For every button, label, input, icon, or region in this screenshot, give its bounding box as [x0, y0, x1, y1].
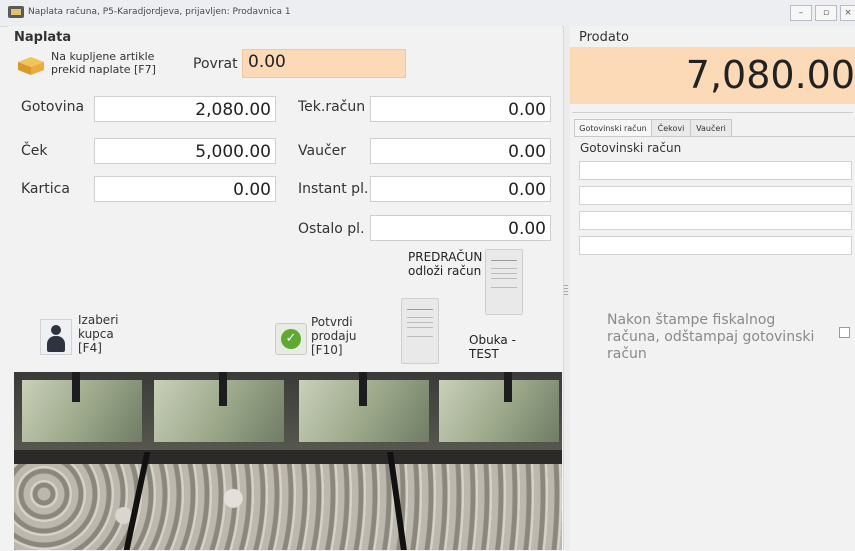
confirm-sale-button[interactable]: ✓ Potvrdi prodaju [F10]	[275, 313, 385, 359]
minimize-button[interactable]: –	[790, 5, 812, 21]
receipt-line-4[interactable]	[579, 236, 852, 255]
training-receipt-icon[interactable]	[401, 298, 439, 364]
close-button[interactable]: ×	[840, 5, 855, 21]
check-value: 5,000.00	[195, 142, 271, 162]
voucher-label: Vaučer	[298, 143, 347, 159]
cash-receipt-title: Gotovinski račun	[580, 141, 682, 155]
pre-invoice-receipt-icon[interactable]	[485, 249, 523, 315]
sold-total-box: 7,080.00	[570, 47, 855, 104]
training-label: Obuka - TEST	[469, 333, 516, 361]
current-account-value: 0.00	[508, 100, 546, 120]
tab-vouchers[interactable]: Vaučeri	[690, 119, 732, 137]
refund-button-label: Na kupljene artikle prekid naplate [F7]	[51, 50, 156, 76]
refund-interrupt-button[interactable]: Na kupljene artikle prekid naplate [F7]	[16, 50, 186, 82]
current-account-label: Tek.račun	[298, 99, 366, 115]
other-payment-value: 0.00	[508, 219, 546, 239]
receipt-line-1[interactable]	[579, 161, 852, 180]
maximize-button[interactable]: ▫	[815, 5, 837, 21]
refund-value: 0.00	[248, 52, 286, 72]
section-title: Naplata	[14, 30, 72, 45]
app-icon	[8, 6, 24, 18]
refund-label: Povrat	[193, 56, 238, 72]
cash-value: 2,080.00	[195, 100, 271, 120]
print-cash-receipt-checkbox[interactable]	[839, 327, 850, 338]
sold-label: Prodato	[579, 30, 629, 45]
window-title: Naplata računa, P5-Karadjordjeva, prijav…	[28, 7, 291, 17]
person-icon	[40, 319, 72, 355]
select-customer-button[interactable]: Izaberi kupca [F4]	[40, 313, 140, 359]
instant-payment-label: Instant pl.	[298, 181, 369, 197]
refund-field: 0.00	[242, 49, 406, 78]
cash-input[interactable]: 2,080.00	[94, 96, 276, 122]
voucher-input[interactable]: 0.00	[370, 138, 551, 164]
tab-cash-receipt[interactable]: Gotovinski račun	[574, 119, 652, 137]
print-cash-receipt-note: Nakon štampe fiskalnog računa, odštampaj…	[607, 312, 815, 362]
receipt-line-3[interactable]	[579, 211, 852, 230]
card-value: 0.00	[233, 180, 271, 200]
confirm-sale-label: Potvrdi prodaju [F10]	[311, 315, 357, 357]
receipt-line-2[interactable]	[579, 186, 852, 205]
instant-payment-input[interactable]: 0.00	[370, 176, 551, 202]
instant-payment-value: 0.00	[508, 180, 546, 200]
sold-total-value: 7,080.00	[685, 53, 855, 97]
cash-label: Gotovina	[21, 99, 85, 115]
card-input[interactable]: 0.00	[94, 176, 276, 202]
pre-invoice-label: PREDRAČUN odloži račun	[408, 250, 483, 278]
summary-divider	[572, 112, 853, 113]
title-bar: Naplata računa, P5-Karadjordjeva, prijav…	[0, 0, 855, 27]
checkmark-icon: ✓	[275, 323, 307, 355]
voucher-value: 0.00	[508, 142, 546, 162]
box-icon	[18, 57, 44, 75]
cash-drawer-image	[14, 372, 562, 550]
select-customer-label: Izaberi kupca [F4]	[78, 313, 119, 355]
other-payment-input[interactable]: 0.00	[370, 215, 551, 241]
card-label: Kartica	[21, 181, 70, 197]
check-input[interactable]: 5,000.00	[94, 138, 276, 164]
tab-checks[interactable]: Čekovi	[651, 119, 691, 137]
current-account-input[interactable]: 0.00	[370, 96, 551, 122]
check-label: Ček	[21, 143, 48, 159]
other-payment-label: Ostalo pl.	[298, 221, 365, 237]
splitter-grip-icon	[564, 285, 568, 297]
